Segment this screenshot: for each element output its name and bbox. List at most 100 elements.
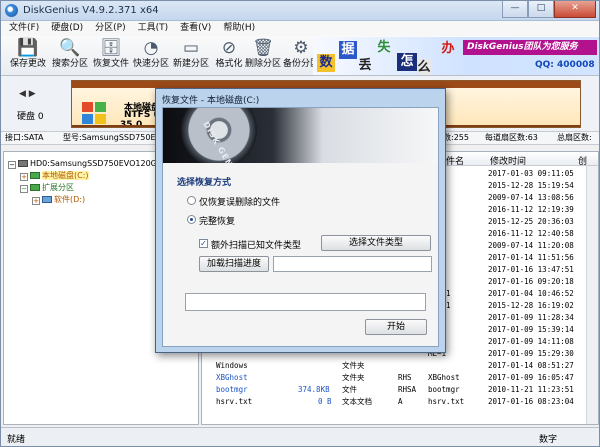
tree-item-disk[interactable]: − HD0:SamsungSSD750EVO120G bbox=[8, 158, 157, 170]
expand-icon[interactable]: + bbox=[32, 197, 40, 205]
banner-char: 么 bbox=[417, 59, 431, 75]
radio-full-recovery[interactable] bbox=[187, 215, 196, 224]
col-modified[interactable]: 修改时间 bbox=[490, 154, 526, 167]
expand-icon[interactable]: + bbox=[20, 173, 28, 181]
file-mtime: 2017-01-09 11:28:34 bbox=[488, 313, 574, 322]
file-mtime: 2017-01-03 09:11:05 bbox=[488, 169, 574, 178]
quick-partition-icon: ◔ bbox=[143, 38, 159, 58]
file-name: XBGhost bbox=[216, 373, 248, 382]
file-mtime: 2015-12-28 16:19:02 bbox=[488, 301, 574, 310]
search-icon: 🔍 bbox=[59, 38, 81, 58]
window-title: DiskGenius V4.9.2.371 x64 bbox=[23, 5, 159, 16]
format-icon: ⊘ bbox=[221, 38, 237, 58]
save-changes-button[interactable]: 💾 保存更改 bbox=[7, 38, 49, 74]
partition-fs: NTFS ( bbox=[124, 110, 158, 120]
partition-icon bbox=[30, 172, 40, 179]
new-partition-button[interactable]: ▭ 新建分区 bbox=[170, 38, 212, 74]
table-row[interactable]: Windows 文件夹 2017-01-14 08:51:27 bbox=[202, 360, 598, 372]
menu-view[interactable]: 查看(V) bbox=[180, 21, 211, 36]
file-size: 374.8KB bbox=[298, 385, 330, 394]
app-icon bbox=[5, 4, 18, 17]
load-progress-button[interactable]: 加载扫描进度 bbox=[199, 256, 269, 272]
windows-logo-icon bbox=[82, 102, 108, 126]
file-name: Windows bbox=[216, 361, 248, 370]
tree-item-d-drive[interactable]: + 软件(D:) bbox=[32, 194, 85, 206]
file-mtime: 2016-11-12 12:40:58 bbox=[488, 229, 574, 238]
table-row[interactable]: XBGhost 文件夹 RHS XBGhost 2017-01-09 16:05… bbox=[202, 372, 598, 384]
maximize-button[interactable]: □ bbox=[528, 1, 554, 18]
file-mtime: 2015-12-25 20:36:03 bbox=[488, 217, 574, 226]
close-button[interactable]: ✕ bbox=[554, 1, 596, 18]
recover-icon: 🗄 bbox=[100, 38, 122, 58]
menu-help[interactable]: 帮助(H) bbox=[223, 21, 255, 36]
disk-label: 硬盘 0 bbox=[17, 112, 44, 122]
banner-qq: QQ: 400008 bbox=[535, 60, 595, 70]
tree-label: 软件(D:) bbox=[54, 195, 86, 204]
banner-char: 丢 bbox=[358, 58, 372, 73]
menu-disk[interactable]: 硬盘(D) bbox=[51, 21, 83, 36]
search-partition-label: 搜索分区 bbox=[51, 59, 88, 69]
tree-label: HD0:SamsungSSD750EVO120G bbox=[30, 159, 157, 168]
file-mtime: 2017-01-14 11:51:56 bbox=[488, 253, 574, 262]
ad-banner[interactable]: 数 据 丢 失 怎 么 办 DiskGenius团队为您服务 QQ: 40000… bbox=[313, 37, 599, 75]
info-interface: 接口:SATA bbox=[5, 133, 44, 142]
collapse-icon[interactable]: − bbox=[20, 185, 28, 193]
file-mtime: 2017-01-16 09:20:18 bbox=[488, 277, 574, 286]
file-type: 文件 bbox=[342, 385, 357, 394]
progress-path-input[interactable] bbox=[273, 256, 432, 272]
file-attr: RHSA bbox=[398, 385, 417, 394]
radio-deleted-only[interactable] bbox=[187, 196, 196, 205]
minimize-button[interactable]: — bbox=[502, 1, 528, 18]
disk-nav-arrows[interactable]: ◀ ▶ bbox=[19, 89, 36, 99]
new-partition-label: 新建分区 bbox=[172, 59, 209, 69]
delete-partition-button[interactable]: 🗑 删除分区 bbox=[242, 38, 284, 74]
collapse-icon[interactable]: − bbox=[8, 161, 16, 169]
extra-scan-checkbox[interactable]: ✓ bbox=[199, 239, 208, 248]
file-type: 文件夹 bbox=[342, 373, 365, 382]
file-mtime: 2015-12-28 15:19:54 bbox=[488, 181, 574, 190]
info-heads: 数:255 bbox=[443, 133, 469, 142]
trash-icon: 🗑 bbox=[252, 38, 274, 58]
search-partition-button[interactable]: 🔍 搜索分区 bbox=[49, 38, 91, 74]
file-mtime: 2017-01-09 15:29:30 bbox=[488, 349, 574, 358]
banner-char: 据 bbox=[339, 41, 357, 59]
quick-partition-button[interactable]: ◔ 快速分区 bbox=[130, 38, 172, 74]
tree-label: 扩展分区 bbox=[42, 183, 74, 192]
section-title: 选择恢复方式 bbox=[177, 178, 232, 188]
radio-deleted-only-label[interactable]: 仅恢复误删除的文件 bbox=[199, 195, 280, 208]
tree-item-extended[interactable]: − 扩展分区 bbox=[20, 182, 74, 194]
info-total-sectors: 总扇区数: bbox=[557, 133, 592, 142]
banner-char: 怎 bbox=[397, 53, 417, 71]
choose-file-types-button[interactable]: 选择文件类型 bbox=[321, 235, 431, 251]
table-row[interactable]: bootmgr 374.8KB 文件 RHSA bootmgr 2010-11-… bbox=[202, 384, 598, 396]
file-name: hsrv.txt bbox=[216, 397, 253, 406]
dialog-title: 恢复文件 - 本地磁盘(C:) bbox=[162, 96, 260, 106]
vertical-scrollbar[interactable] bbox=[586, 166, 598, 424]
file-short: XBGhost bbox=[428, 373, 460, 382]
file-mtime: 2016-11-12 12:19:39 bbox=[488, 205, 574, 214]
menu-tools[interactable]: 工具(T) bbox=[138, 21, 169, 36]
tree-label: 本地磁盘(C:) bbox=[42, 171, 89, 180]
table-row[interactable]: hsrv.txt 0 B 文本文档 A hsrv.txt 2017-01-16 … bbox=[202, 396, 598, 408]
menu-partition[interactable]: 分区(P) bbox=[95, 21, 125, 36]
banner-char: 数 bbox=[317, 54, 335, 72]
start-button[interactable]: 开始 bbox=[365, 319, 427, 335]
disk-icon bbox=[18, 160, 28, 167]
save-changes-label: 保存更改 bbox=[9, 59, 46, 69]
backup-icon: ⚙ bbox=[293, 38, 309, 58]
recover-files-button[interactable]: 🗄 恢复文件 bbox=[90, 38, 132, 74]
numlock-indicator: 数字 bbox=[539, 435, 558, 445]
menu-file[interactable]: 文件(F) bbox=[9, 21, 39, 36]
radio-full-recovery-label[interactable]: 完整恢复 bbox=[199, 214, 235, 227]
file-mtime: 2009-07-14 13:08:56 bbox=[488, 193, 574, 202]
file-attr: A bbox=[398, 397, 403, 406]
file-mtime: 2017-01-16 08:23:04 bbox=[488, 397, 574, 406]
tree-item-c-drive[interactable]: + 本地磁盘(C:) bbox=[20, 170, 89, 182]
file-attr: RHS bbox=[398, 373, 412, 382]
file-mtime: 2017-01-14 08:51:27 bbox=[488, 361, 574, 370]
info-sectors-per-track: 每道扇区数:63 bbox=[485, 133, 538, 142]
file-type: 文本文档 bbox=[342, 397, 372, 406]
quick-partition-label: 快速分区 bbox=[132, 59, 169, 69]
status-bar: 就绪 数字 bbox=[1, 427, 599, 446]
extra-scan-label[interactable]: 额外扫描已知文件类型 bbox=[211, 238, 301, 251]
